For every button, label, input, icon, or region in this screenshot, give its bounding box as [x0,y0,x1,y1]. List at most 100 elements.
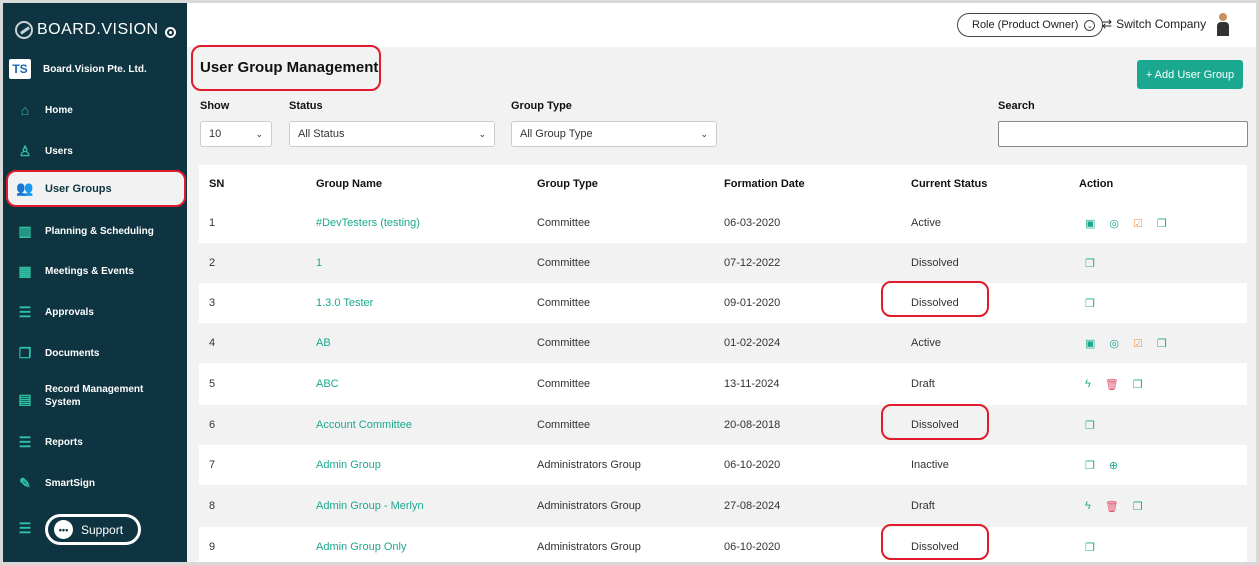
header-sn[interactable]: SN [209,178,224,190]
sidebar-item-approvals[interactable]: ☰ Approvals [3,299,187,325]
table-header: SN Group Name Group Type Formation Date … [199,165,1247,203]
location-icon[interactable]: ◎ [1109,337,1119,350]
formation-date-cell: 01-02-2024 [724,337,781,349]
support-button[interactable]: ••• Support [45,514,141,545]
group-type-cell: Administrators Group [537,500,641,512]
status-cell: Active [911,217,941,229]
company-logo-icon: TS [9,59,31,79]
copy-icon[interactable]: ❐ [1085,541,1095,554]
support-label: Support [81,522,124,537]
group-name-link[interactable]: Admin Group [316,459,381,471]
show-select[interactable]: 10 ⌄ [200,121,272,147]
show-label: Show [200,100,230,112]
edit-icon[interactable]: ☑ [1133,217,1143,230]
switch-company-button[interactable]: ⇄ Switch Company [1102,17,1206,31]
header-group-type[interactable]: Group Type [537,178,598,190]
copy-icon[interactable]: ❐ [1085,297,1095,310]
group-name-link[interactable]: 1 [316,257,322,269]
status-select[interactable]: All Status ⌄ [289,121,495,147]
switch-company-label: Switch Company [1116,17,1207,31]
add-user-group-button[interactable]: + Add User Group [1137,60,1243,89]
group-name-link[interactable]: Admin Group Only [316,541,406,553]
user-groups-table: SN Group Name Group Type Formation Date … [199,165,1247,562]
users-icon: 👥 [16,180,34,196]
page-title: User Group Management [200,59,379,76]
activate-icon[interactable]: ϟ [1085,378,1091,390]
reports-icon: ☰ [18,433,32,450]
group-name-link[interactable]: Account Committee [316,419,412,431]
sn-cell: 1 [209,217,216,229]
documents-icon: ❐ [18,344,32,361]
delete-icon[interactable]: 🗑 [1105,500,1119,513]
action-icons: ϟ 🗑 ❐ [1085,378,1143,391]
top-bar: Role (Product Owner) ⌄ ⇄ Switch Company [187,3,1256,47]
activate-icon[interactable]: ϟ [1085,500,1091,512]
sn-cell: 6 [209,419,216,431]
action-icons: ❐ ⊕ [1085,459,1118,472]
menu-icon: ☰ [18,519,32,536]
location-icon[interactable]: ◎ [1109,217,1119,230]
copy-icon[interactable]: ❐ [1133,500,1143,513]
chat-icon: ••• [54,520,73,539]
search-input[interactable] [998,121,1248,147]
header-formation-date[interactable]: Formation Date [724,178,805,190]
calendar-icon[interactable]: ▣ [1085,217,1095,230]
logo-text: BOARD.VISION [37,21,159,38]
group-name-link[interactable]: 1.3.0 Tester [316,297,373,309]
table-body: 1 #DevTesters (testing) Committee 06-03-202… [199,203,1247,562]
sidebar-item-records[interactable]: ▤ Record Management System [3,383,187,417]
formation-date-cell: 13-11-2024 [724,378,780,390]
delete-icon[interactable]: 🗑 [1105,378,1119,391]
reactivate-icon[interactable]: ⊕ [1109,459,1118,472]
group-type-cell: Administrators Group [537,459,641,471]
home-icon: ⌂ [20,102,30,118]
sidebar-item-documents[interactable]: ❐ Documents [3,340,187,366]
search-label: Search [998,100,1035,112]
group-type-select[interactable]: All Group Type ⌄ [511,121,717,147]
logo-icon [15,21,33,39]
group-name-link[interactable]: ABC [316,378,339,390]
edit-icon[interactable]: ☑ [1133,337,1143,350]
copy-icon[interactable]: ❐ [1133,378,1143,391]
app-logo[interactable]: BOARD.VISION [15,21,159,39]
action-icons: ❐ [1085,419,1095,432]
sidebar-item-reports[interactable]: ☰ Reports [3,429,187,455]
company-selector[interactable]: TS Board.Vision Pte. Ltd. [9,59,147,79]
copy-icon[interactable]: ❐ [1157,337,1167,350]
role-dropdown[interactable]: Role (Product Owner) ⌄ [957,13,1104,37]
group-type-value: All Group Type [520,128,593,140]
sidebar-item-meetings[interactable]: ▦ Meetings & Events [3,258,187,284]
sidebar-item-users[interactable]: ♙ Users [3,138,187,164]
sn-cell: 8 [209,500,216,512]
copy-icon[interactable]: ❐ [1157,217,1167,230]
table-row: 3 1.3.0 Tester Committee 09-01-2020 Dissolve… [199,283,1247,323]
calendar-icon[interactable]: ▣ [1085,337,1095,350]
sidebar-toggle-icon[interactable] [165,27,176,38]
status-cell: Draft [911,378,935,390]
formation-date-cell: 20-08-2018 [724,419,781,431]
sidebar-item-smartsign[interactable]: ✎ SmartSign [3,470,187,496]
group-name-link[interactable]: #DevTesters (testing) [316,217,420,229]
sidebar-item-home[interactable]: ⌂ Home [3,97,187,123]
copy-icon[interactable]: ❐ [1085,257,1095,270]
chevron-down-icon: ⌄ [478,129,486,139]
header-group-name[interactable]: Group Name [316,178,382,190]
sn-cell: 7 [209,459,216,471]
action-icons: ▣ ◎ ☑ ❐ [1085,217,1167,230]
sidebar-item-planning[interactable]: ▥ Planning & Scheduling [3,218,187,244]
sidebar-item-user-groups[interactable]: 👥 User Groups [6,170,186,207]
formation-date-cell: 06-03-2020 [724,217,781,229]
copy-icon[interactable]: ❐ [1085,459,1095,472]
group-type-cell: Committee [537,419,591,431]
table-row: 6 Account Committee Committee 20-08-2018 Dis… [199,405,1247,445]
sidebar: BOARD.VISION TS Board.Vision Pte. Ltd. ⌂… [3,3,187,562]
group-name-link[interactable]: AB [316,337,331,349]
approvals-icon: ☰ [18,303,32,320]
copy-icon[interactable]: ❐ [1085,419,1095,432]
header-current-status[interactable]: Current Status [911,178,987,190]
group-name-link[interactable]: Admin Group - Merlyn [316,500,424,512]
planning-icon: ▥ [18,222,32,239]
avatar[interactable] [1217,13,1229,37]
formation-date-cell: 27-08-2024 [724,500,781,512]
header-action: Action [1079,178,1114,190]
